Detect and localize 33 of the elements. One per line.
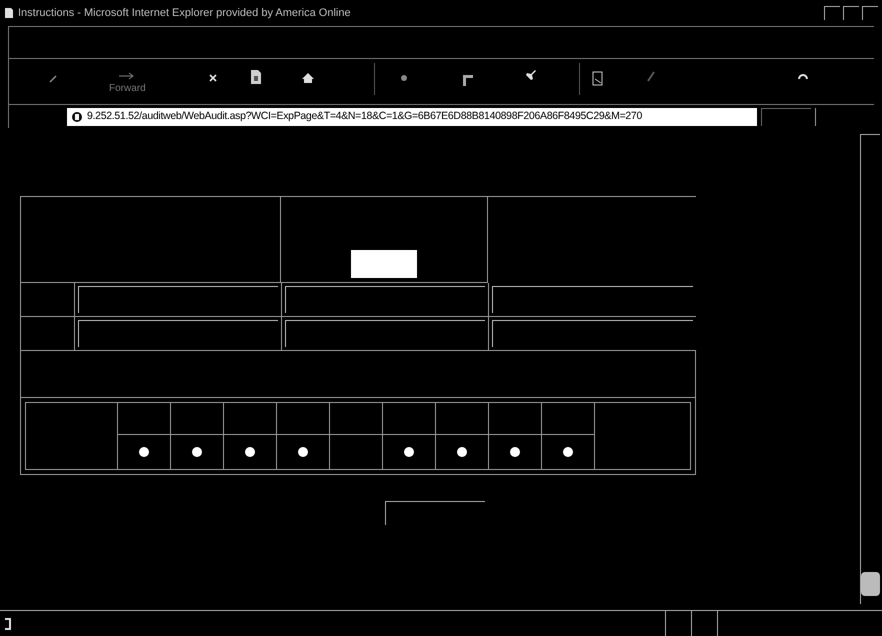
radio-button[interactable]: [510, 447, 520, 457]
search-icon[interactable]: [399, 73, 409, 83]
input-field[interactable]: [285, 320, 485, 347]
input-field[interactable]: [78, 320, 278, 347]
radio-button[interactable]: [139, 447, 149, 457]
url-text: 9.252.51.52/auditweb/WebAudit.asp?WCI=ExpPage&T=4&N=18&C=1&G=6B67E6D88B8140898F206A86F8495C29&M=270: [87, 108, 642, 124]
page-icon: [4, 618, 12, 630]
image-placeholder: [351, 250, 417, 278]
maximize-button[interactable]: [843, 6, 859, 20]
input-field[interactable]: [285, 286, 485, 313]
input-field[interactable]: [492, 320, 693, 347]
page-icon: [71, 110, 83, 122]
radio-button[interactable]: [192, 447, 202, 457]
radio-button[interactable]: [457, 447, 467, 457]
scroll-thumb[interactable]: [861, 572, 880, 596]
home-icon[interactable]: [301, 72, 315, 84]
radio-button[interactable]: [404, 447, 414, 457]
minimize-button[interactable]: [824, 6, 840, 20]
radio-button[interactable]: [298, 447, 308, 457]
close-button[interactable]: [862, 6, 878, 20]
mail-icon[interactable]: [591, 71, 605, 87]
window-title: Instructions - Microsoft Internet Explorer provided by America Online: [18, 6, 351, 21]
input-field[interactable]: [78, 286, 278, 313]
window-icon: [4, 7, 14, 19]
scrollbar[interactable]: [860, 134, 880, 604]
go-button[interactable]: [761, 108, 811, 126]
forward-label: Forward: [109, 82, 146, 96]
radio-button[interactable]: [245, 447, 255, 457]
input-field[interactable]: [492, 286, 693, 313]
forward-icon[interactable]: [118, 71, 136, 81]
radio-button[interactable]: [563, 447, 573, 457]
address-field[interactable]: 9.252.51.52/auditweb/WebAudit.asp?WCI=ExpPage&T=4&N=18&C=1&G=6B67E6D88B8140898F206A86F8495C29&M=270: [67, 108, 757, 126]
stop-icon[interactable]: [208, 73, 218, 83]
